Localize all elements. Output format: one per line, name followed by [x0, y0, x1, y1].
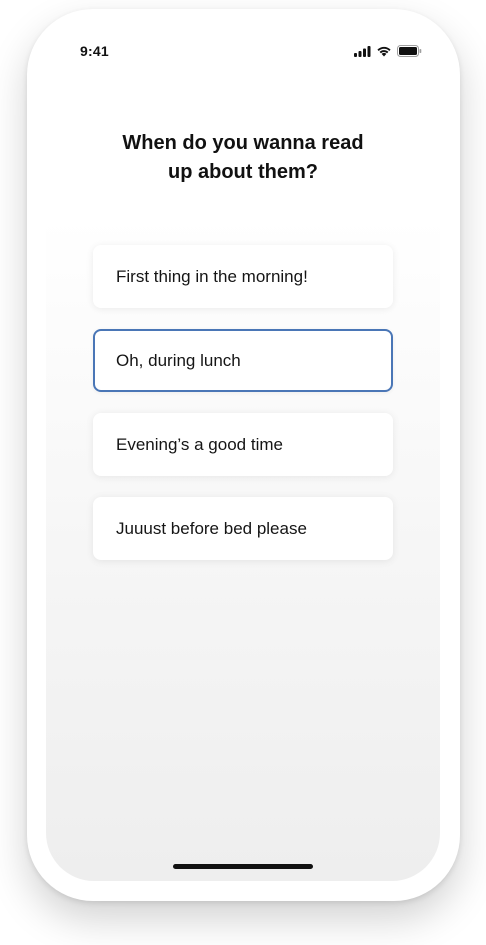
question-title: When do you wanna read up about them? [122, 132, 364, 183]
option-label: Oh, during lunch [116, 350, 241, 370]
option-evening[interactable]: Evening’s a good time [93, 413, 393, 476]
status-bar: 9:41 [46, 29, 440, 73]
app-screen: 9:41 When do you wanna read up about the… [46, 29, 440, 881]
option-label: First thing in the morning! [116, 266, 308, 286]
status-time: 9:41 [80, 43, 109, 59]
status-icons [354, 44, 422, 62]
option-label: Evening’s a good time [116, 434, 283, 454]
option-lunch[interactable]: Oh, during lunch [93, 329, 393, 392]
option-morning[interactable]: First thing in the morning! [93, 245, 393, 308]
option-label: Juuust before bed please [116, 518, 307, 538]
wifi-icon [376, 44, 392, 62]
option-before-bed[interactable]: Juuust before bed please [93, 497, 393, 560]
battery-icon [397, 44, 422, 62]
phone-frame: 9:41 When do you wanna read up about the… [27, 9, 460, 901]
options-list: First thing in the morning! Oh, during l… [93, 245, 393, 581]
home-indicator[interactable] [173, 864, 313, 869]
cellular-signal-icon [354, 44, 371, 62]
